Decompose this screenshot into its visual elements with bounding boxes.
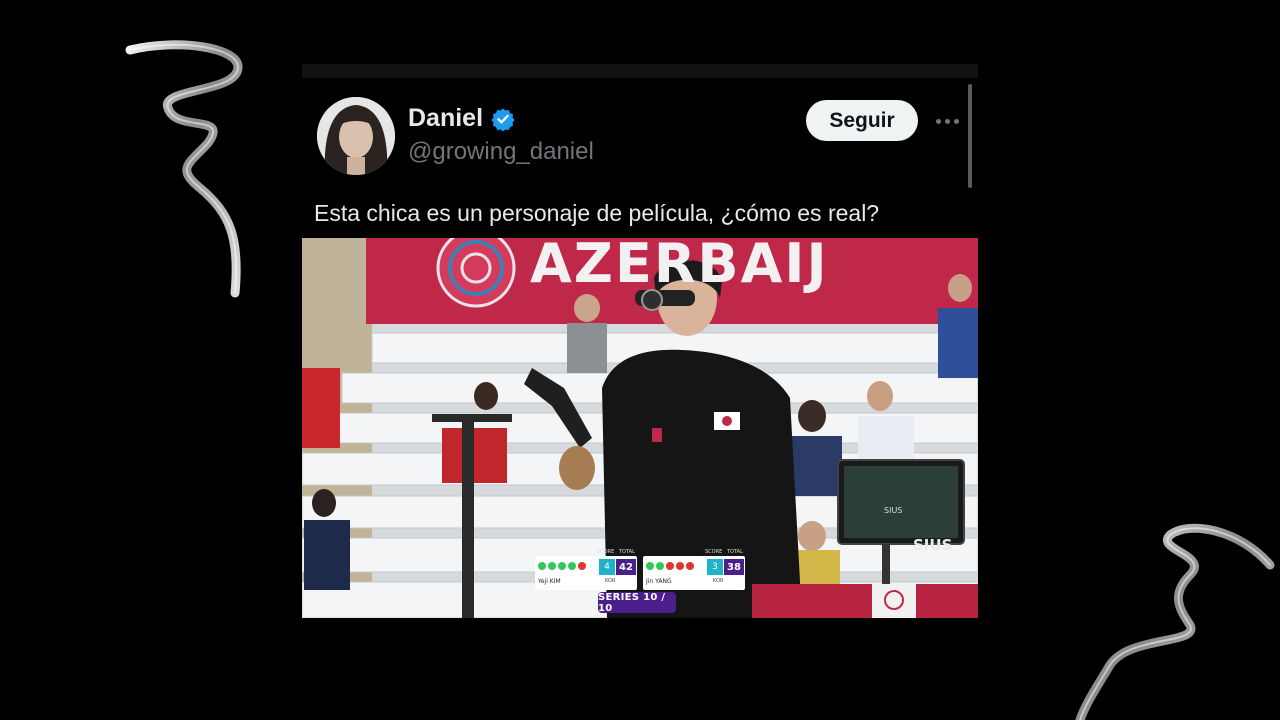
- score-label: SCORE: [597, 549, 615, 555]
- athlete-name: Jin YANG: [646, 578, 672, 585]
- series-score: 3: [707, 559, 723, 575]
- shot-dot: [538, 562, 546, 570]
- total-label: TOTAL: [619, 549, 635, 555]
- shot-dot: [578, 562, 586, 570]
- shot-dot: [656, 562, 664, 570]
- score-label: SCORE: [705, 549, 723, 555]
- series-indicator: SERIES 10 / 10: [598, 592, 676, 614]
- chrome-squiggle-decoration: [1075, 523, 1275, 720]
- shot-dot: [548, 562, 556, 570]
- monitor-label: SIUS: [884, 506, 903, 515]
- series-score: 4: [599, 559, 615, 575]
- more-options-icon[interactable]: [930, 108, 964, 134]
- shot-result-dots: [538, 562, 586, 570]
- total-score: 38: [724, 559, 744, 575]
- shot-dot: [568, 562, 576, 570]
- athlete-name: Yeji KIM: [538, 578, 561, 585]
- scoreboard-right-athlete: SCORE TOTAL 3 38 Jin YANG KOR: [643, 549, 745, 590]
- total-label: TOTAL: [727, 549, 743, 555]
- country-code: KOR: [713, 578, 724, 584]
- venue-banner-text: AZERBAIJ: [530, 238, 829, 295]
- tweet-text: Esta chica es un personaje de película, …: [314, 200, 880, 226]
- country-code: KOR: [605, 578, 616, 584]
- tweet-card: Daniel @growing_daniel Seguir Esta chica…: [302, 64, 978, 618]
- card-top-bar: [302, 64, 978, 78]
- scoreboard-left-athlete: SCORE TOTAL 4 42 Yeji KIM KOR: [535, 549, 637, 590]
- shot-dot: [686, 562, 694, 570]
- verified-badge-icon: [491, 108, 515, 131]
- avatar-portrait: [317, 97, 395, 175]
- chrome-squiggle-decoration: [125, 40, 243, 298]
- tweet-media-image[interactable]: AZERBAIJ SIUS SIUS SCORE TOTAL 4 42 Yeji…: [302, 238, 978, 618]
- scoreboard: SCORE TOTAL 4 42 Yeji KIM KOR SCORE TOTA…: [535, 549, 745, 590]
- author-handle[interactable]: @growing_daniel: [408, 138, 594, 166]
- follow-button[interactable]: Seguir: [806, 100, 918, 141]
- sius-brand-logo: SIUS: [913, 536, 953, 554]
- shot-dot: [558, 562, 566, 570]
- total-score: 42: [616, 559, 636, 575]
- shot-dot: [666, 562, 674, 570]
- author-name[interactable]: Daniel: [408, 104, 483, 133]
- shot-result-dots: [646, 562, 694, 570]
- scrollbar[interactable]: [968, 84, 972, 188]
- avatar[interactable]: [317, 97, 395, 175]
- shot-dot: [676, 562, 684, 570]
- shot-dot: [646, 562, 654, 570]
